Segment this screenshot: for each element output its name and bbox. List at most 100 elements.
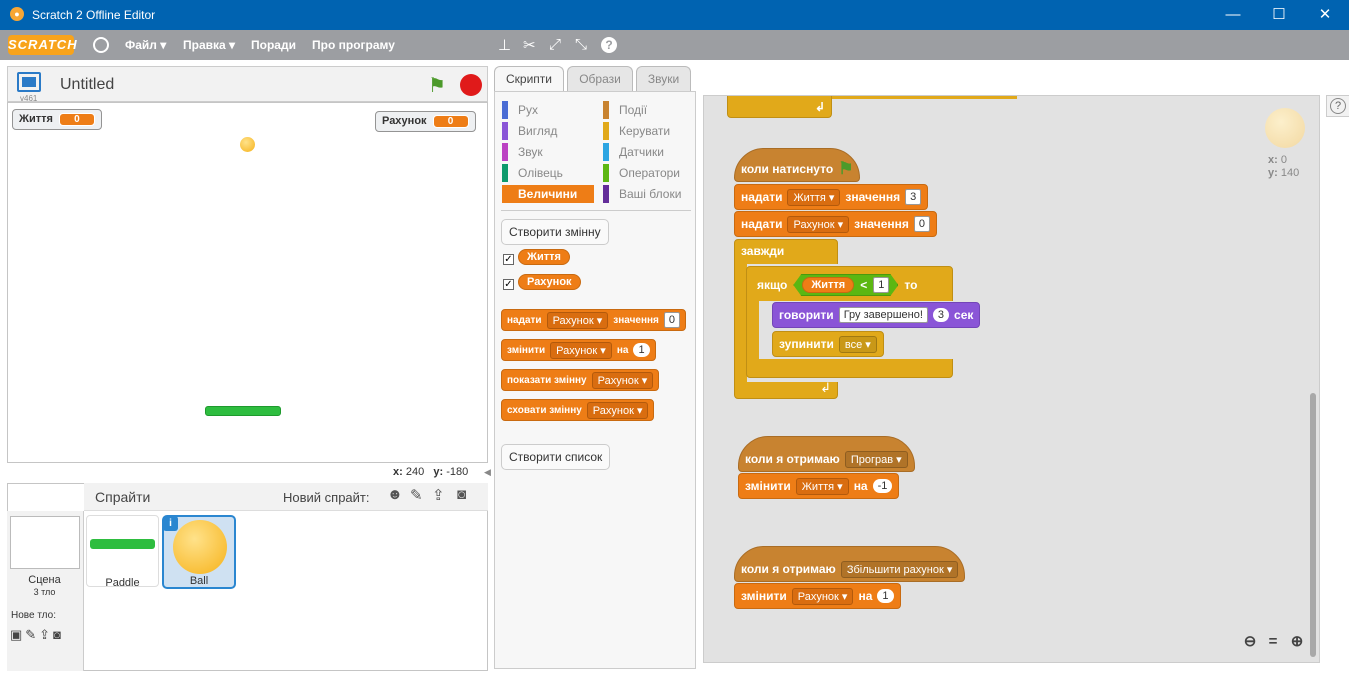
new-sprite-label: Новий спрайт: <box>283 490 370 505</box>
category-motion[interactable]: Рух <box>502 101 538 119</box>
maximize-icon[interactable]: ☐ <box>1256 0 1302 30</box>
language-globe-icon[interactable] <box>93 37 109 53</box>
partial-forever-end[interactable]: ↲ <box>727 96 832 118</box>
sprite-name-paddle: Paddle <box>105 577 140 589</box>
duplicate-stamp-icon[interactable]: ⊥ <box>498 36 511 54</box>
block-set-variable[interactable]: надатиРахунокзначення0 <box>501 309 686 331</box>
zoom-in-icon[interactable]: ⊕ <box>1288 633 1306 651</box>
project-title[interactable]: Untitled <box>60 76 114 94</box>
app-cat-icon: ● <box>10 7 24 21</box>
camera-sprite-icon[interactable]: ◙ <box>457 486 466 503</box>
sprite-name-ball: Ball <box>189 575 209 587</box>
reporter-score[interactable]: Рахунок <box>518 274 581 290</box>
ball-sprite[interactable] <box>240 137 255 152</box>
stage-thumbnail[interactable] <box>10 516 80 569</box>
category-looks[interactable]: Вигляд <box>502 122 557 140</box>
delete-cut-icon[interactable]: ✂ <box>523 36 536 54</box>
scene-column: Сцена 3 тло Нове тло: ▣✎⇪◙ <box>7 511 84 671</box>
reporter-lives[interactable]: Життя <box>518 249 570 265</box>
block-show-variable[interactable]: показати змінну Рахунок <box>501 369 660 391</box>
category-operators[interactable]: Оператори <box>603 164 680 182</box>
block-change-lives[interactable]: змінитиЖиттяна-1 <box>738 473 900 499</box>
stage-coordinates: x: 240 y: -180 <box>393 466 469 478</box>
sprites-title: Спрайти <box>95 489 151 505</box>
ball-costume-icon <box>173 520 227 574</box>
category-events[interactable]: Події <box>603 101 647 119</box>
shrink-icon[interactable]: ⤡ <box>575 36 587 53</box>
create-list-button[interactable]: Створити список <box>501 444 611 470</box>
reporter-lives-in-if[interactable]: Життя <box>802 277 854 293</box>
checkbox-score[interactable]: ✓ <box>503 279 514 290</box>
hat-when-flag-clicked[interactable]: коли натиснуто ⚑ <box>734 148 861 182</box>
block-hide-variable[interactable]: сховати змінну Рахунок <box>501 399 655 421</box>
sprite-thumb-ball[interactable]: i Ball <box>162 515 236 589</box>
current-sprite-thumbnail <box>1265 108 1305 148</box>
create-variable-button[interactable]: Створити змінну <box>501 219 609 245</box>
palette-divider <box>501 210 691 211</box>
block-change-variable[interactable]: змінитиРахунокна1 <box>501 339 656 361</box>
help-circle-icon: ? <box>1330 98 1346 114</box>
new-backdrop-label: Нове тло: <box>11 610 56 621</box>
upload-sprite-icon[interactable]: ⇪ <box>432 486 445 504</box>
green-flag-icon: ⚑ <box>838 159 854 178</box>
sprite-position: x: 0 y: 140 <box>1268 154 1300 179</box>
block-set-score[interactable]: надатиРахунокзначення0 <box>734 211 938 237</box>
menu-about[interactable]: Про програму <box>312 38 395 52</box>
close-icon[interactable]: ✕ <box>1302 0 1348 30</box>
block-set-lives[interactable]: надатиЖиттязначення3 <box>734 184 929 210</box>
tab-scripts[interactable]: Скрипти <box>494 66 564 91</box>
category-pen[interactable]: Олівець <box>502 164 563 182</box>
window-title: Scratch 2 Offline Editor <box>32 8 156 22</box>
menu-edit[interactable]: Правка ▾ <box>183 38 235 52</box>
paint-sprite-icon[interactable]: ✎ <box>410 486 423 504</box>
category-more-blocks[interactable]: Ваші блоки <box>603 185 681 203</box>
green-flag-icon[interactable]: ⚑ <box>428 73 446 98</box>
paddle-sprite[interactable] <box>205 406 281 416</box>
tab-costumes[interactable]: Образи <box>567 66 633 91</box>
sprites-header: Спрайти Новий спрайт: ☻ ✎ ⇪ ◙ <box>84 483 488 511</box>
zoom-reset-icon[interactable]: = <box>1264 633 1282 651</box>
category-control[interactable]: Керувати <box>603 122 670 140</box>
help-panel-tab[interactable]: ? <box>1326 95 1349 117</box>
zoom-out-icon[interactable]: ⊖ <box>1241 633 1259 651</box>
monitor-score[interactable]: Рахунок 0 <box>375 111 476 132</box>
sprite-thumb-paddle[interactable]: Paddle <box>86 515 159 589</box>
scratch-logo[interactable]: SCRATCH <box>8 35 77 55</box>
backdrop-count: 3 тло <box>33 587 56 597</box>
block-palette: Рух Вигляд Звук Олівець Величини Події К… <box>494 91 696 669</box>
grow-icon[interactable]: ⤢ <box>549 36 561 53</box>
hat-when-i-receive-lose[interactable]: коли я отримаю Програв <box>738 436 915 472</box>
loop-arrow-icon: ↲ <box>820 380 831 395</box>
menu-bar: SCRATCH Файл ▾ Правка ▾ Поради Про прогр… <box>0 30 1349 60</box>
scene-label: Сцена <box>28 574 61 586</box>
block-stop-all[interactable]: зупинити все <box>772 331 884 357</box>
category-sensing[interactable]: Датчики <box>603 143 664 161</box>
window-titlebar: ● Scratch 2 Offline Editor — ☐ ✕ <box>0 0 1349 30</box>
block-change-score[interactable]: змінитиРахунокна1 <box>734 583 901 609</box>
if-header: якщо Життя < 1 то <box>747 271 917 299</box>
menu-file[interactable]: Файл ▾ <box>125 38 166 52</box>
operator-less-than[interactable]: Життя < 1 <box>793 274 898 296</box>
collapse-stage-icon[interactable]: ◀ <box>484 467 491 478</box>
tab-sounds[interactable]: Звуки <box>636 66 691 91</box>
help-icon[interactable]: ? <box>601 37 617 53</box>
monitor-lives[interactable]: Життя 0 <box>12 109 102 130</box>
stage-header: v461 Untitled ⚑ <box>7 66 488 103</box>
checkbox-lives[interactable]: ✓ <box>503 254 514 265</box>
category-sound[interactable]: Звук <box>502 143 543 161</box>
fullscreen-icon[interactable] <box>17 72 41 92</box>
sprite-info-icon[interactable]: i <box>163 516 178 531</box>
loop-arrow-icon: ↲ <box>814 99 825 114</box>
minimize-icon[interactable]: — <box>1210 0 1256 30</box>
hat-when-i-receive-score[interactable]: коли я отримаю Збільшити рахунок <box>734 546 966 582</box>
sprite-library-icon[interactable]: ☻ <box>387 486 403 503</box>
stop-icon[interactable] <box>460 74 482 96</box>
forever-label: завжди <box>741 244 785 258</box>
backdrop-tools-icon[interactable]: ▣✎⇪◙ <box>10 627 64 643</box>
block-say-for-secs[interactable]: говорити Гру завершено! 3 сек <box>772 302 981 328</box>
stage[interactable]: Життя 0 Рахунок 0 <box>7 102 488 463</box>
scripts-scrollbar[interactable] <box>1310 393 1316 657</box>
category-data[interactable]: Величини <box>502 185 594 203</box>
scripts-area[interactable]: ↲ коли натиснуто⚑ надатиЖиттязначення3 н… <box>703 95 1320 663</box>
menu-tips[interactable]: Поради <box>251 38 296 52</box>
